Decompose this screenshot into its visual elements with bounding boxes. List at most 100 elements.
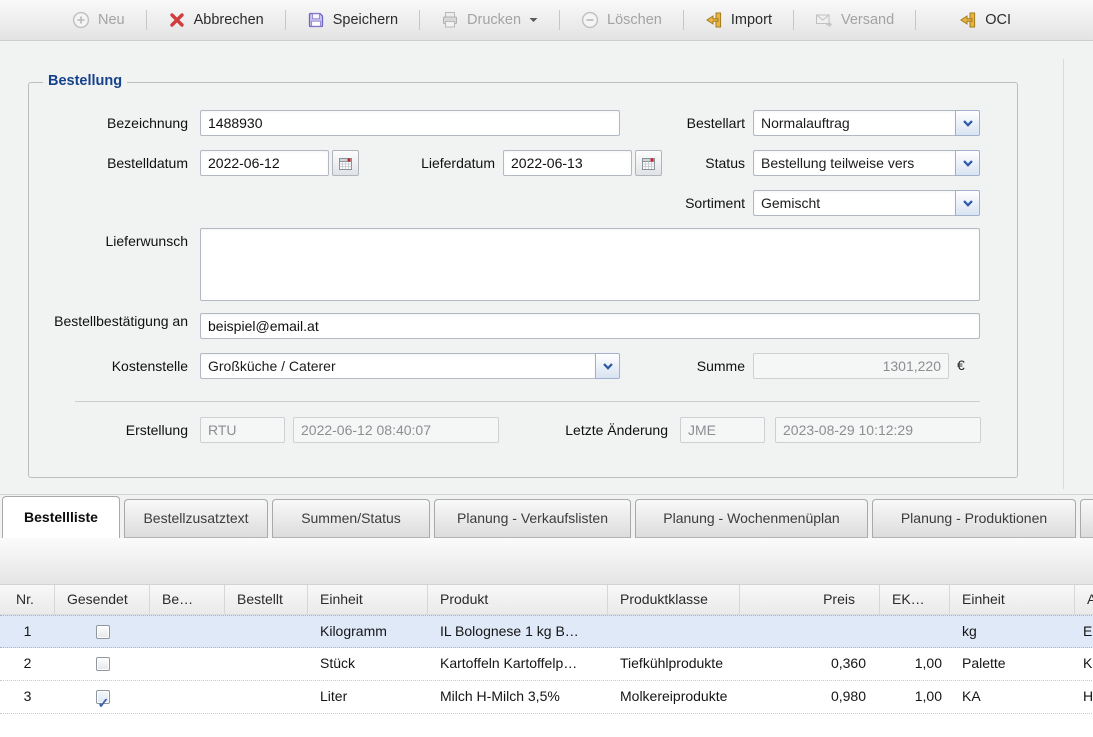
gesendet-checkbox[interactable]: [96, 690, 110, 704]
cell-einheit2: KA: [950, 681, 1075, 713]
cell-a: K: [1075, 648, 1093, 680]
bestellliste-grid: Nr. Gesendet Be… Bestellt Einheit Produk…: [0, 584, 1093, 737]
cell-produktklasse: [608, 616, 740, 647]
summe-label: Summe: [585, 358, 745, 375]
cell-preis: [740, 616, 880, 647]
tab-planung-wochenmenueplan[interactable]: Planung - Wochenmenüplan: [635, 499, 868, 538]
neu-label: Neu: [98, 12, 125, 28]
letzte-aenderung-timestamp-input: [775, 417, 981, 443]
bestellbestaetigung-input[interactable]: [200, 313, 980, 339]
bezeichnung-input[interactable]: [200, 110, 620, 136]
oci-import-icon: [959, 11, 977, 29]
tab-planung-produktionen[interactable]: Planung - Produktionen: [872, 499, 1076, 538]
toolbar-separator: [285, 10, 286, 30]
bestellung-fieldset: Bestellung Bezeichnung Bestellart Normal…: [28, 82, 1018, 478]
table-row[interactable]: 3 Liter Milch H-Milch 3,5% Molkereiprodu…: [0, 681, 1093, 714]
import-button[interactable]: Import: [689, 6, 788, 34]
bestellbestaetigung-label: Bestellbestätigung an: [29, 313, 188, 330]
abbrechen-label: Abbrechen: [194, 12, 264, 28]
status-value: Bestellung teilweise vers: [753, 150, 955, 176]
oci-button[interactable]: OCI: [943, 6, 1027, 34]
grid-header: Nr. Gesendet Be… Bestellt Einheit Produk…: [0, 584, 1093, 615]
bestellart-select[interactable]: Normalauftrag: [753, 110, 980, 136]
cell-bestellt: [225, 616, 308, 647]
minus-circle-icon: [581, 11, 599, 29]
status-select[interactable]: Bestellung teilweise vers: [753, 150, 980, 176]
column-header-preis[interactable]: Preis: [740, 585, 880, 614]
tab-bestellliste[interactable]: Bestellliste: [2, 496, 120, 538]
tab-summen-status[interactable]: Summen/Status: [272, 499, 430, 538]
loeschen-button: Löschen: [565, 6, 678, 34]
cell-produkt: Milch H-Milch 3,5%: [428, 681, 608, 713]
cell-einheit2: kg: [950, 616, 1075, 647]
kostenstelle-value: Großküche / Caterer: [200, 353, 595, 379]
bestelldatum-input[interactable]: [200, 150, 329, 176]
cell-produktklasse: Tiefkühlprodukte: [608, 648, 740, 680]
column-header-a[interactable]: A…: [1075, 585, 1093, 614]
bestellart-trigger[interactable]: [955, 110, 980, 136]
sortiment-value: Gemischt: [753, 190, 955, 216]
drucken-label: Drucken: [467, 12, 521, 28]
plus-circle-icon: [72, 11, 90, 29]
caret-down-icon: [529, 17, 538, 23]
table-row[interactable]: 1 Kilogramm IL Bolognese 1 kg B… kg E: [0, 615, 1093, 648]
cell-ek: 1,00: [880, 648, 950, 680]
erstellung-label: Erstellung: [29, 422, 188, 439]
table-row[interactable]: 2 Stück Kartoffeln Kartoffelp… Tiefkühlp…: [0, 648, 1093, 681]
cell-nr: 2: [0, 648, 55, 680]
bestellart-label: Bestellart: [585, 115, 745, 132]
cell-preis: 0,980: [740, 681, 880, 713]
cell-bestellt: [225, 648, 308, 680]
cell-gesendet: [55, 616, 150, 647]
lieferwunsch-textarea[interactable]: [200, 228, 980, 301]
column-header-bestellt[interactable]: Bestellt: [225, 585, 308, 614]
gesendet-checkbox[interactable]: [96, 657, 110, 671]
tab-bestellzusatztext[interactable]: Bestellzusatztext: [124, 499, 268, 538]
toolbar-separator: [915, 10, 916, 30]
erstellung-timestamp-input: [293, 417, 499, 443]
column-header-ek[interactable]: EK…: [880, 585, 950, 614]
kostenstelle-select[interactable]: Großküche / Caterer: [200, 353, 620, 379]
lieferdatum-label: Lieferdatum: [335, 155, 495, 172]
cell-einheit2: Palette: [950, 648, 1075, 680]
versand-button: Versand: [799, 6, 910, 34]
speichern-button[interactable]: Speichern: [291, 6, 414, 34]
cell-einheit: Kilogramm: [308, 616, 428, 647]
bestellung-legend: Bestellung: [43, 73, 127, 89]
cell-a: H: [1075, 681, 1093, 713]
column-header-einheit2[interactable]: Einheit: [950, 585, 1075, 614]
column-header-produkt[interactable]: Produkt: [428, 585, 608, 614]
toolbar-separator: [559, 10, 560, 30]
column-header-produktklasse[interactable]: Produktklasse: [608, 585, 740, 614]
status-label: Status: [585, 155, 745, 172]
column-header-einheit[interactable]: Einheit: [308, 585, 428, 614]
oci-label: OCI: [985, 12, 1011, 28]
letzte-aenderung-user-input: [680, 417, 765, 443]
cell-be: [150, 648, 225, 680]
import-icon: [705, 11, 723, 29]
sortiment-select[interactable]: Gemischt: [753, 190, 980, 216]
letzte-aenderung-label: Letzte Änderung: [499, 422, 668, 439]
cell-a: E: [1075, 616, 1093, 647]
column-header-nr[interactable]: Nr.: [0, 585, 55, 614]
gesendet-checkbox[interactable]: [96, 625, 110, 639]
kostenstelle-label: Kostenstelle: [29, 358, 188, 375]
tab-planung-verkaufslisten[interactable]: Planung - Verkaufslisten: [434, 499, 631, 538]
cell-be: [150, 616, 225, 647]
chevron-down-icon: [963, 200, 973, 207]
abbrechen-button[interactable]: Abbrechen: [152, 6, 280, 34]
column-header-gesendet[interactable]: Gesendet: [55, 585, 150, 614]
chevron-down-icon: [963, 120, 973, 127]
import-label: Import: [731, 12, 772, 28]
summe-input: [753, 353, 949, 379]
chevron-down-icon: [963, 160, 973, 167]
column-header-be[interactable]: Be…: [150, 585, 225, 614]
cell-nr: 1: [0, 616, 55, 647]
tab-partial[interactable]: [1080, 499, 1093, 538]
printer-icon: [441, 11, 459, 29]
sortiment-label: Sortiment: [585, 195, 745, 212]
cell-bestellt: [225, 681, 308, 713]
status-trigger[interactable]: [955, 150, 980, 176]
lieferwunsch-label: Lieferwunsch: [29, 233, 188, 250]
sortiment-trigger[interactable]: [955, 190, 980, 216]
